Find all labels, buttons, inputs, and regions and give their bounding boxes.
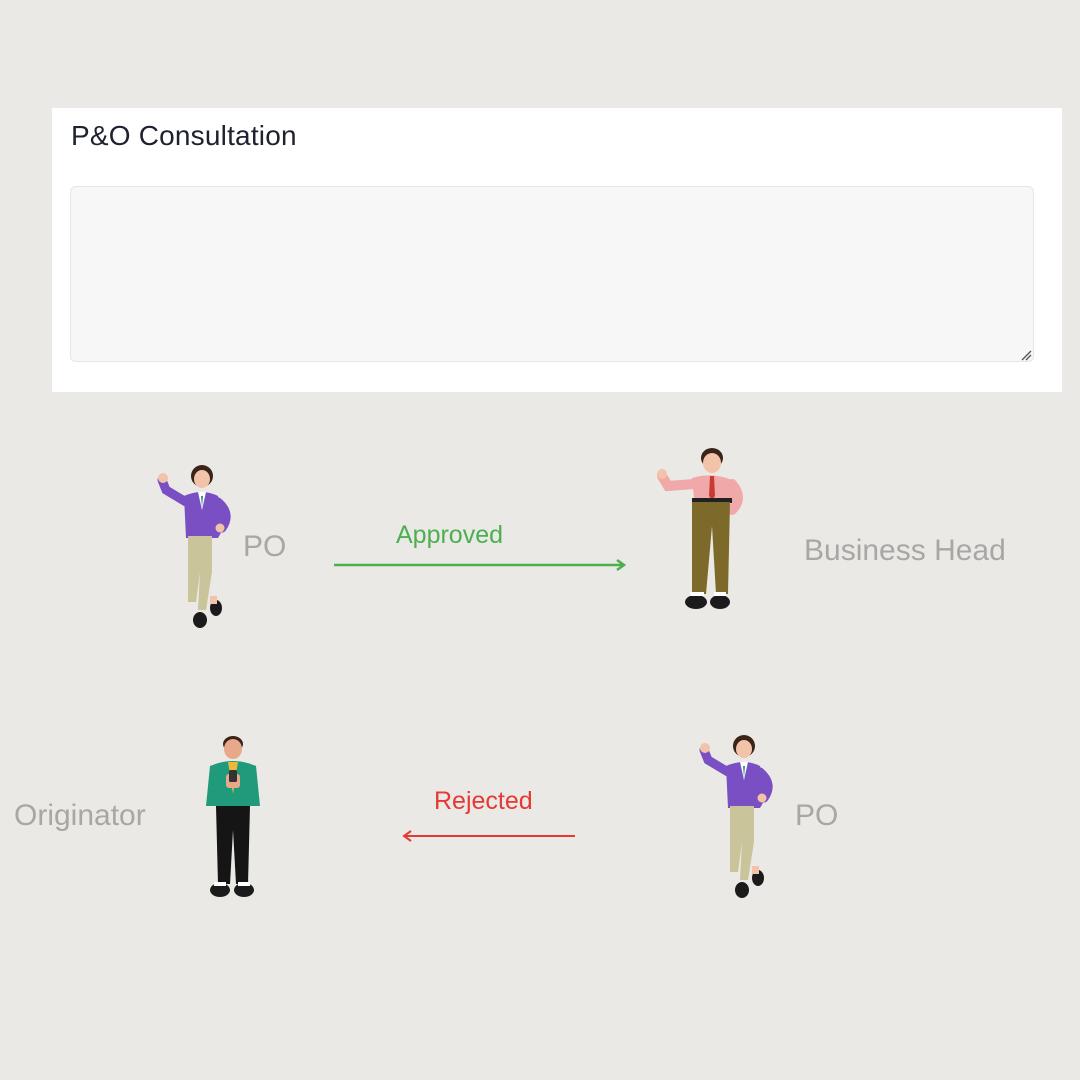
node-business-head-label: Business Head	[804, 534, 1006, 567]
resize-handle-icon[interactable]	[1020, 349, 1032, 361]
consultation-textarea[interactable]	[70, 186, 1034, 362]
po-figure-bottom	[698, 732, 778, 904]
po-figure-top	[156, 462, 236, 634]
node-po-top-label: PO	[243, 530, 287, 563]
woman-purple-jacket-icon	[157, 465, 231, 628]
business-head-figure	[652, 446, 744, 616]
node-originator-label: Originator	[14, 799, 146, 832]
rejected-label: Rejected	[434, 787, 533, 815]
woman-purple-jacket-icon	[699, 735, 773, 898]
approved-arrow-icon	[334, 558, 627, 572]
originator-figure	[200, 734, 266, 904]
approved-label: Approved	[396, 521, 504, 549]
node-po-bottom-label: PO	[795, 799, 839, 832]
man-pink-shirt-icon	[657, 448, 743, 609]
consultation-panel: P&O Consultation	[52, 108, 1062, 392]
man-green-jacket-icon	[206, 736, 260, 897]
panel-title: P&O Consultation	[71, 120, 297, 151]
rejected-arrow-icon	[402, 830, 575, 842]
